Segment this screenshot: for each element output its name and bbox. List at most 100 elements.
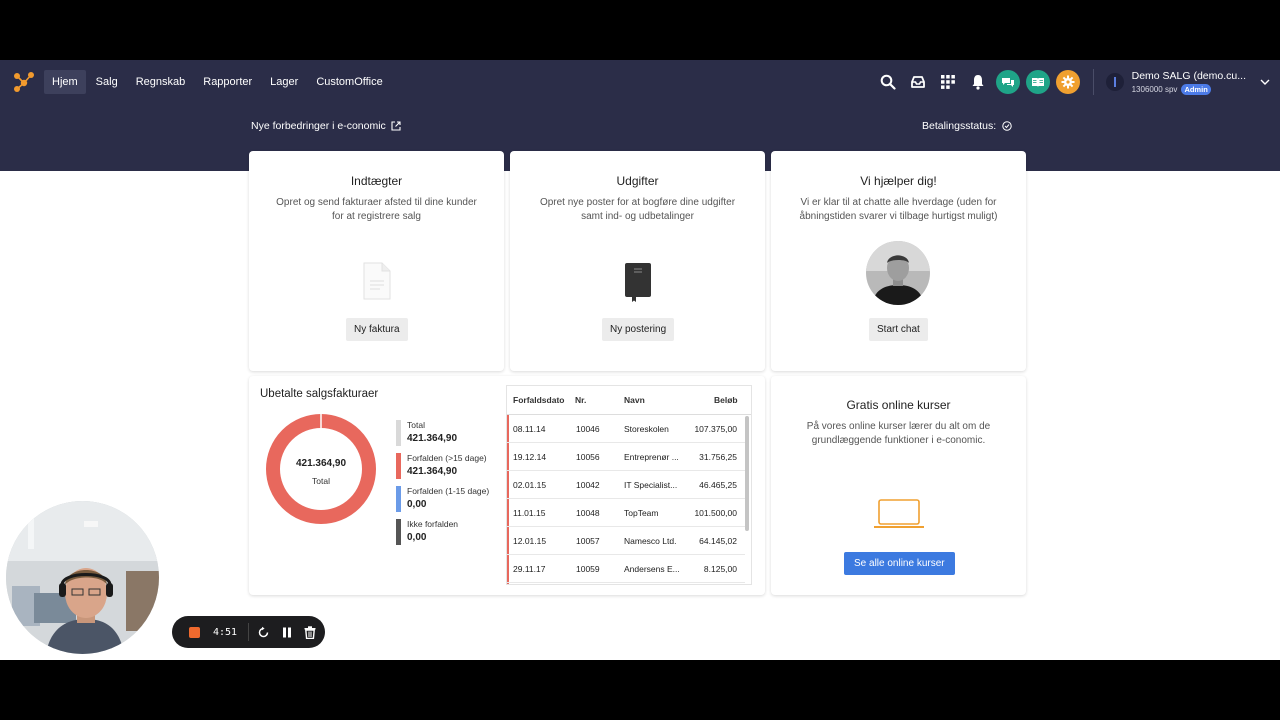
cell-amount: 46.465,25 — [699, 480, 737, 490]
table-row[interactable]: 29.11.17 10059 Andersens E... 8.125,00 — [507, 555, 745, 583]
stop-record-button[interactable] — [189, 626, 200, 638]
recorder-divider — [248, 623, 250, 641]
cell-number: 10046 — [576, 424, 600, 434]
col-header-due-date[interactable]: Forfaldsdato — [513, 386, 564, 415]
search-icon[interactable] — [873, 67, 903, 97]
inbox-icon[interactable] — [903, 67, 933, 97]
bell-icon[interactable] — [963, 67, 993, 97]
user-avatar — [1105, 73, 1124, 91]
new-invoice-button[interactable]: Ny faktura — [346, 318, 408, 341]
cell-number: 10059 — [576, 564, 600, 574]
nav-item-customoffice[interactable]: CustomOffice — [308, 70, 390, 94]
header-divider — [1092, 69, 1094, 95]
payment-status[interactable]: Betalingsstatus: — [922, 120, 1012, 132]
table-row[interactable]: 08.11.14 10046 Storeskolen 107.375,00 — [507, 415, 745, 443]
economic-logo-icon[interactable] — [12, 70, 36, 94]
legend-value: 0,00 — [407, 499, 427, 510]
expenses-desc-line2: samt ind- og udbetalinger — [581, 211, 694, 222]
courses-title: Gratis online kurser — [846, 398, 951, 412]
legend-label: Total — [407, 420, 425, 430]
legend-total: Total 421.364,90 — [396, 420, 457, 446]
help-desc-line2: åbningstiden svarer vi tilbage hurtigst … — [799, 211, 998, 222]
ledger-book-icon — [625, 263, 651, 302]
cell-number: 10042 — [576, 480, 600, 490]
legend-value: 0,00 — [407, 532, 427, 543]
legend-swatch — [396, 519, 401, 545]
cell-name: Andersens E... — [624, 564, 680, 574]
cell-amount: 101.500,00 — [694, 508, 737, 518]
trash-icon[interactable] — [304, 625, 316, 639]
unpaid-donut-chart[interactable] — [265, 413, 377, 525]
courses-desc-line2: grundlæggende funktioner i e-conomic. — [811, 435, 986, 446]
legend-not-due: Ikke forfalden 0,00 — [396, 519, 458, 545]
cell-due-date: 11.01.15 — [513, 508, 546, 518]
cell-name: Storeskolen — [624, 424, 669, 434]
cell-number: 10056 — [576, 452, 600, 462]
apps-grid-icon[interactable] — [933, 67, 963, 97]
cell-due-date: 12.01.15 — [513, 536, 547, 546]
nav-item-salg[interactable]: Salg — [88, 70, 126, 94]
restart-icon[interactable] — [257, 626, 270, 639]
legend-label: Forfalden (1-15 dage) — [407, 486, 490, 496]
check-circle-icon — [1002, 121, 1012, 131]
col-header-name[interactable]: Navn — [624, 386, 645, 415]
table-row[interactable]: 12.01.15 10057 Namesco Ltd. 64.145,02 — [507, 527, 745, 555]
cell-number: 10048 — [576, 508, 600, 518]
cell-amount: 64.145,02 — [699, 536, 737, 546]
legend-swatch — [396, 420, 401, 446]
webcam-overlay — [6, 501, 159, 654]
cell-due-date: 02.01.15 — [513, 480, 547, 490]
table-scrollbar[interactable] — [745, 416, 749, 531]
donut-total-value: 421.364,90 — [295, 458, 347, 469]
app-frame: Hjem Salg Regnskab Rapporter Lager Custo… — [0, 60, 1280, 660]
expenses-title: Udgifter — [616, 174, 659, 188]
nav-item-regnskab[interactable]: Regnskab — [128, 70, 194, 94]
courses-desc-line1: På vores online kurser lærer du alt om d… — [806, 421, 991, 432]
income-desc-line2: for at registrere salg — [332, 211, 421, 222]
help-card: Vi hjælper dig! Vi er klar til at chatte… — [771, 151, 1026, 371]
nav-item-lager[interactable]: Lager — [262, 70, 306, 94]
legend-label: Ikke forfalden — [407, 519, 459, 529]
table-row[interactable]: 11.01.15 10048 TopTeam 101.500,00 — [507, 499, 745, 527]
unpaid-title: Ubetalte salgsfakturaer — [260, 388, 379, 400]
expenses-desc-line1: Opret nye poster for at bogføre dine udg… — [539, 197, 736, 208]
nav-item-rapporter[interactable]: Rapporter — [195, 70, 260, 94]
help-title: Vi hjælper dig! — [860, 174, 937, 188]
header-actions: Demo SALG (demo.cu... 1306000 spv Admin — [873, 60, 1280, 104]
top-navigation-bar: Hjem Salg Regnskab Rapporter Lager Custo… — [0, 60, 1280, 104]
legend-swatch — [396, 453, 401, 479]
chevron-down-icon[interactable] — [1260, 79, 1270, 85]
cell-name: Namesco Ltd. — [624, 536, 677, 546]
start-chat-button[interactable]: Start chat — [869, 318, 928, 341]
legend-overdue-15: Forfalden (>15 dage) 421.364,90 — [396, 453, 487, 479]
external-link-icon — [391, 121, 401, 131]
col-header-amount[interactable]: Beløb — [714, 386, 738, 415]
cell-number: 10057 — [576, 536, 600, 546]
book-icon[interactable] — [1025, 70, 1050, 94]
help-desc-line1: Vi er klar til at chatte alle hverdage (… — [800, 197, 997, 208]
col-header-number[interactable]: Nr. — [575, 386, 586, 415]
news-link[interactable]: Nye forbedringer i e-conomic — [251, 120, 401, 132]
unpaid-invoices-table: Forfaldsdato Nr. Navn Beløb 08.11.14 100… — [506, 385, 752, 585]
user-menu[interactable]: Demo SALG (demo.cu... 1306000 spv Admin — [1105, 70, 1270, 95]
chat-icon[interactable] — [995, 70, 1020, 94]
expenses-card: Udgifter Opret nye poster for at bogføre… — [510, 151, 765, 371]
table-row[interactable]: 02.01.15 10042 IT Specialist... 46.465,2… — [507, 471, 745, 499]
all-courses-button[interactable]: Se alle online kurser — [844, 552, 955, 575]
cell-amount: 8.125,00 — [703, 564, 737, 574]
nav-item-hjem[interactable]: Hjem — [44, 70, 86, 94]
pause-icon[interactable] — [282, 627, 292, 638]
document-icon — [363, 262, 391, 300]
legend-label: Forfalden (>15 dage) — [407, 453, 487, 463]
news-link-label: Nye forbedringer i e-conomic — [251, 120, 386, 132]
legend-value: 421.364,90 — [407, 433, 458, 444]
income-card: Indtægter Opret og send fakturaer afsted… — [249, 151, 504, 371]
recording-timer: 4:51 — [213, 626, 238, 638]
cell-name: Entreprenør ... — [624, 452, 679, 462]
table-row[interactable]: 19.12.14 10056 Entreprenør ... 31.756,25 — [507, 443, 745, 471]
gear-icon[interactable] — [1055, 70, 1080, 94]
table-header: Forfaldsdato Nr. Navn Beløb — [507, 386, 751, 415]
cell-due-date: 29.11.17 — [513, 564, 546, 574]
donut-total-label: Total — [312, 476, 330, 486]
new-posting-button[interactable]: Ny postering — [602, 318, 675, 341]
